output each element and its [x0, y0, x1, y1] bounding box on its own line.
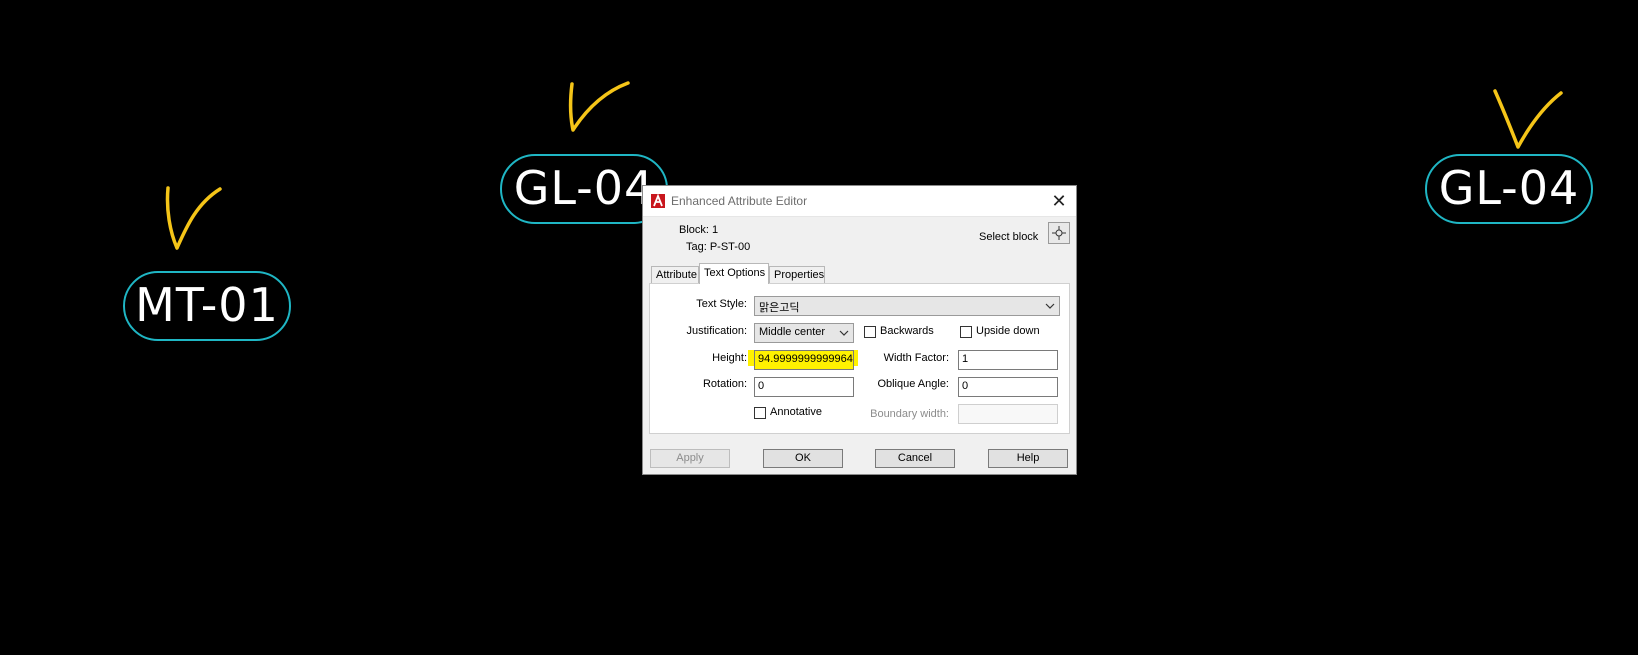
tag-label: Tag: P-ST-00 — [686, 241, 751, 253]
justification-value: Middle center — [759, 326, 826, 338]
upside-down-label: Upside down — [976, 325, 1040, 337]
boundary-width-input — [958, 404, 1058, 424]
dialog-title: Enhanced Attribute Editor — [671, 194, 808, 208]
select-block-label: Select block — [979, 231, 1039, 243]
chevron-down-icon — [839, 330, 849, 336]
tab-attribute[interactable]: Attribute — [651, 266, 699, 283]
apply-button-label: Apply — [676, 452, 704, 464]
tab-label: Properties — [774, 269, 825, 281]
annotative-checkbox[interactable] — [754, 407, 766, 419]
check-mark-icon — [568, 81, 630, 132]
block-label: Block: 1 — [679, 224, 719, 236]
tab-label: Text Options — [704, 267, 766, 279]
help-button-label: Help — [1016, 452, 1040, 464]
rotation-value: 0 — [758, 380, 765, 392]
boundary-width-label: Boundary width: — [870, 408, 949, 420]
justification-dropdown[interactable]: Middle center — [754, 323, 854, 343]
tab-label: Attribute — [656, 269, 697, 281]
check-mark-icon — [165, 186, 222, 250]
cancel-button-label: Cancel — [897, 452, 933, 464]
height-value: 94.9999999999964 — [758, 353, 853, 365]
height-label: Height: — [712, 352, 747, 364]
crosshair-icon — [1052, 226, 1066, 240]
tag-bubble-gl-04-right[interactable]: GL-04 — [1425, 154, 1593, 224]
apply-button[interactable]: Apply — [650, 449, 730, 468]
select-block-button[interactable] — [1048, 222, 1070, 244]
tag-bubble-label: GL-04 — [1438, 161, 1580, 215]
height-input[interactable]: 94.9999999999964 — [754, 350, 854, 370]
enhanced-attribute-editor-dialog: Enhanced Attribute Editor ✕ Block: 1 Tag… — [642, 185, 1077, 475]
oblique-angle-label: Oblique Angle: — [877, 378, 949, 390]
oblique-angle-input[interactable]: 0 — [958, 377, 1058, 397]
width-factor-label: Width Factor: — [883, 352, 949, 364]
tab-text-options[interactable]: Text Options — [699, 263, 769, 284]
width-factor-value: 1 — [962, 353, 969, 365]
tag-bubble-label: GL-04 — [513, 161, 655, 215]
tab-properties[interactable]: Properties — [769, 266, 825, 283]
help-button[interactable]: Help — [988, 449, 1068, 468]
text-style-value: 맑은고딕 — [759, 302, 800, 314]
check-mark-icon — [1493, 89, 1563, 149]
text-style-dropdown[interactable]: 맑은고딕 — [754, 296, 1060, 316]
annotative-label: Annotative — [770, 406, 822, 418]
upside-down-checkbox[interactable] — [960, 326, 972, 338]
tag-bubble-label: MT-01 — [135, 278, 279, 332]
close-button[interactable]: ✕ — [1046, 188, 1072, 214]
justification-label: Justification: — [686, 325, 747, 337]
dialog-titlebar[interactable]: Enhanced Attribute Editor ✕ — [643, 186, 1076, 217]
ok-button[interactable]: OK — [763, 449, 843, 468]
rotation-label: Rotation: — [702, 378, 747, 390]
backwards-label: Backwards — [880, 325, 934, 337]
text-style-label: Text Style: — [696, 298, 747, 310]
close-icon: ✕ — [1051, 191, 1067, 211]
ok-button-label: OK — [795, 452, 811, 464]
cancel-button[interactable]: Cancel — [875, 449, 955, 468]
chevron-down-icon — [1045, 303, 1055, 309]
tag-bubble-mt-01[interactable]: MT-01 — [123, 271, 291, 341]
autocad-logo-icon — [651, 194, 665, 208]
width-factor-input[interactable]: 1 — [958, 350, 1058, 370]
oblique-angle-value: 0 — [962, 380, 969, 392]
backwards-checkbox[interactable] — [864, 326, 876, 338]
rotation-input[interactable]: 0 — [754, 377, 854, 397]
